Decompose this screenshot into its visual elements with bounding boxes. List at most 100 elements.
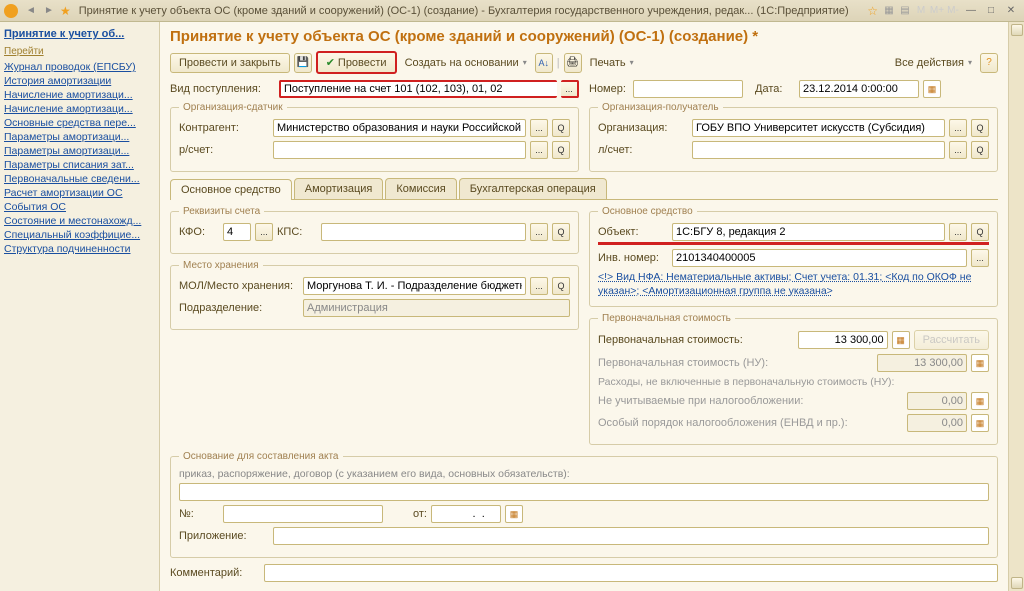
laccount-input[interactable] [692, 141, 945, 159]
cost-calc-icon[interactable]: ▦ [892, 331, 910, 349]
receipt-type-input[interactable] [279, 80, 557, 98]
scroll-up-icon[interactable] [1011, 24, 1023, 36]
date-label: Дата: [755, 83, 795, 95]
kps-input[interactable] [321, 223, 526, 241]
calendar-icon[interactable]: ▦ [923, 80, 941, 98]
close-icon[interactable]: ✕ [1002, 4, 1020, 18]
nav-back-icon[interactable]: ◄ [23, 3, 39, 19]
post-close-button[interactable]: Провести и закрыть [170, 53, 290, 73]
dept-input [303, 299, 570, 317]
mol-select-icon[interactable]: ... [530, 277, 548, 295]
cost-nu-calc-icon[interactable]: ▦ [971, 354, 989, 372]
tab-amortization[interactable]: Амортизация [294, 178, 384, 199]
date-input[interactable] [799, 80, 919, 98]
sidebar-item[interactable]: Начисление амортизаци... [4, 102, 155, 116]
laccount-open-icon[interactable]: Q [971, 141, 989, 159]
sidebar-item[interactable]: Начисление амортизаци... [4, 88, 155, 102]
kps-select-icon[interactable]: ... [530, 223, 548, 241]
kfo-input[interactable] [223, 223, 251, 241]
act-date-icon[interactable]: ▦ [505, 505, 523, 523]
sort-icon[interactable]: A↓ [535, 53, 553, 73]
raccount-select-icon[interactable]: ... [530, 141, 548, 159]
comment-label: Комментарий: [170, 567, 260, 579]
contragent-input[interactable] [273, 119, 526, 137]
sidebar-item[interactable]: Структура подчиненности [4, 242, 155, 256]
act-desc: приказ, распоряжение, договор (с указани… [179, 468, 989, 480]
raccount-input[interactable] [273, 141, 526, 159]
toolbar: Провести и закрыть 💾 ✔Провести Создать н… [170, 51, 998, 74]
fav-icon[interactable]: ☆ [867, 4, 878, 18]
number-label: Номер: [589, 83, 629, 95]
sidebar-item[interactable]: Основные средства пере... [4, 116, 155, 130]
contragent-open-icon[interactable]: Q [552, 119, 570, 137]
raccount-open-icon[interactable]: Q [552, 141, 570, 159]
sidebar-item[interactable]: История амортизации [4, 74, 155, 88]
org-open-icon[interactable]: Q [971, 119, 989, 137]
laccount-select-icon[interactable]: ... [949, 141, 967, 159]
maximize-icon[interactable]: □ [982, 4, 1000, 18]
tab-main-asset[interactable]: Основное средство [170, 179, 292, 200]
object-select-icon[interactable]: ... [949, 223, 967, 241]
mol-open-icon[interactable]: Q [552, 277, 570, 295]
tool-icon-5[interactable]: M- [946, 4, 960, 18]
act-text-input[interactable] [179, 483, 989, 501]
tab-commission[interactable]: Комиссия [385, 178, 456, 199]
sidebar-item[interactable]: Первоначальные сведени... [4, 172, 155, 186]
act-date-input[interactable] [431, 505, 501, 523]
print-icon[interactable]: 🖨 [564, 53, 582, 73]
tool-icon-2[interactable]: ▤ [898, 4, 912, 18]
asset-warning-link[interactable]: <!> Вид НФА: Нематериальные активы; Счет… [598, 271, 989, 298]
object-input[interactable] [672, 223, 945, 241]
sidebar-item[interactable]: Параметры списания зат... [4, 158, 155, 172]
act-num-input[interactable] [223, 505, 383, 523]
sidebar-item[interactable]: Состояние и местонахожд... [4, 214, 155, 228]
sidebar-item[interactable]: Параметры амортизаци... [4, 144, 155, 158]
sidebar-item[interactable]: Параметры амортизаци... [4, 130, 155, 144]
number-input[interactable] [633, 80, 743, 98]
create-based-menu[interactable]: Создать на основании [401, 54, 531, 72]
receipt-type-label: Вид поступления: [170, 83, 275, 95]
cost-fieldset: Первоначальная стоимость Первоначальная … [589, 313, 998, 445]
tool-icon-4[interactable]: M+ [930, 4, 944, 18]
sidebar-item[interactable]: Журнал проводок (ЕПСБУ) [4, 60, 155, 74]
inv-select-icon[interactable]: ... [971, 249, 989, 267]
sidebar-item[interactable]: Расчет амортизации ОС [4, 186, 155, 200]
cost-input[interactable] [798, 331, 888, 349]
not-tax-calc-icon[interactable]: ▦ [971, 392, 989, 410]
mol-input[interactable] [303, 277, 526, 295]
app-icon [4, 4, 18, 18]
titlebar: ◄ ► ★ Принятие к учету объекта ОС (кроме… [0, 0, 1024, 22]
kps-open-icon[interactable]: Q [552, 223, 570, 241]
attach-input[interactable] [273, 527, 989, 545]
cost-nu-input [877, 354, 967, 372]
org-input[interactable] [692, 119, 945, 137]
kfo-select-icon[interactable]: ... [255, 223, 273, 241]
minimize-icon[interactable]: — [962, 4, 980, 18]
act-from-label: от: [387, 508, 427, 520]
nav-fwd-icon[interactable]: ► [41, 3, 57, 19]
sidebar-head[interactable]: Принятие к учету об... [4, 28, 155, 40]
asset-fieldset: Основное средство Объект: ... Q Инв. ном… [589, 206, 998, 307]
receiver-legend: Организация-получатель [598, 102, 723, 113]
tool-icon-3[interactable]: M [914, 4, 928, 18]
special-calc-icon[interactable]: ▦ [971, 414, 989, 432]
object-open-icon[interactable]: Q [971, 223, 989, 241]
inv-input[interactable] [672, 249, 967, 267]
tab-accounting-op[interactable]: Бухгалтерская операция [459, 178, 607, 199]
all-actions-menu[interactable]: Все действия [891, 54, 976, 72]
post-button[interactable]: ✔Провести [316, 51, 397, 74]
org-select-icon[interactable]: ... [949, 119, 967, 137]
receipt-type-select-icon[interactable]: ... [561, 80, 579, 98]
act-legend: Основание для составления акта [179, 451, 343, 462]
print-menu[interactable]: Печать [586, 54, 638, 72]
scroll-down-icon[interactable] [1011, 577, 1023, 589]
sidebar-item[interactable]: События ОС [4, 200, 155, 214]
tool-icon-1[interactable]: ▦ [882, 4, 896, 18]
star-icon[interactable]: ★ [60, 4, 71, 18]
comment-input[interactable] [264, 564, 998, 582]
scrollbar[interactable] [1008, 22, 1024, 591]
sidebar-item[interactable]: Специальный коэффицие... [4, 228, 155, 242]
contragent-select-icon[interactable]: ... [530, 119, 548, 137]
help-icon[interactable]: ? [980, 53, 998, 73]
save-icon[interactable]: 💾 [294, 53, 312, 73]
